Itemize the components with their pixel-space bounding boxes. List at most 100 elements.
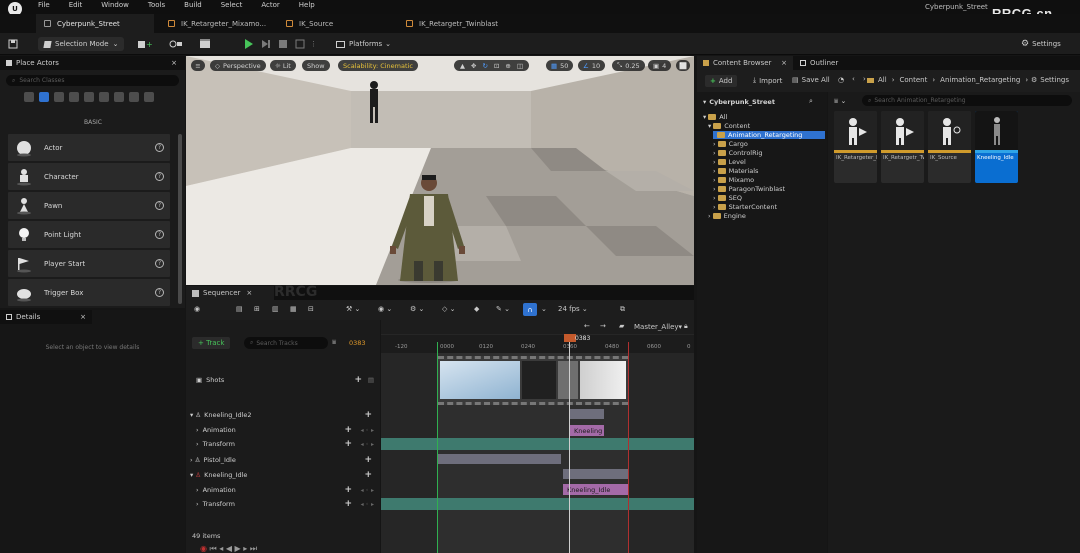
details-tab[interactable]: Details ×	[0, 310, 92, 324]
maximize-viewport-icon[interactable]: ⬜	[676, 60, 690, 71]
play-reverse-icon[interactable]: ◀	[226, 544, 232, 553]
transform-track-bar[interactable]	[381, 498, 694, 510]
blueprint-icon[interactable]	[168, 37, 188, 51]
playhead-line[interactable]	[569, 334, 570, 553]
auto-key-icon[interactable]: ◆	[474, 305, 479, 313]
show-button[interactable]: Show	[302, 60, 330, 71]
animation-clip-kneeling-idle[interactable]: Kneeling_Idle	[563, 484, 628, 495]
close-icon[interactable]: ×	[246, 289, 252, 297]
asset-kneeling-idle[interactable]: Kneeling_Idle	[975, 111, 1018, 183]
history-icon[interactable]: ◔	[838, 76, 844, 84]
tree-item-controlrig[interactable]: › ControlRig	[713, 149, 763, 157]
platforms-dropdown[interactable]: Platforms ⌄	[336, 37, 391, 51]
scale-snap-button[interactable]: ⤡ 0.25	[612, 60, 645, 71]
world-space-icon[interactable]: ⊕	[505, 62, 510, 70]
help-icon[interactable]: ?	[155, 172, 164, 181]
options-icon[interactable]: ▤	[368, 376, 374, 384]
view-options-icon[interactable]: ◉ ⌄	[378, 305, 392, 313]
track-transform[interactable]: › Transform + ◂ ◦ ▸	[186, 438, 380, 450]
step-back-icon[interactable]: ◂	[219, 544, 223, 553]
close-icon[interactable]: ×	[171, 59, 177, 67]
add-icon[interactable]: +	[364, 455, 372, 465]
tree-root[interactable]: ▾ Cyberpunk_Street	[703, 98, 775, 106]
cinematic-icon[interactable]	[84, 92, 94, 102]
camera-speed-button[interactable]: ▣ 4	[648, 60, 672, 71]
chevron-right-icon[interactable]: ›	[190, 456, 193, 464]
track-kneeling-idle[interactable]: ▾ ♙ Kneeling_Idle +	[186, 468, 380, 481]
cinematics-icon[interactable]	[199, 37, 219, 51]
forward-arrow-icon[interactable]: →	[600, 322, 606, 330]
jump-to-start-icon[interactable]: ⏮	[210, 544, 217, 553]
tree-item-mixamo[interactable]: › Mixamo	[713, 176, 754, 184]
select-tool-icon[interactable]: ▲	[460, 62, 465, 70]
cb-settings-button[interactable]: ⚙ Settings	[1031, 76, 1069, 84]
end-marker[interactable]	[628, 342, 629, 553]
visual-effects-icon[interactable]	[99, 92, 109, 102]
key-interpolation-icon[interactable]: ◇ ⌄	[442, 305, 455, 313]
track-transform[interactable]: › Transform + ◂ ◦ ▸	[186, 498, 380, 510]
timeline-ruler[interactable]: -120 0000 0120 0240 0360 0480 0600 0	[381, 335, 694, 353]
actors-scrollbar[interactable]	[178, 134, 182, 304]
add-icon[interactable]: +	[344, 499, 352, 509]
sequencer-timeline[interactable]: ← → ▰ Master_Alley▾ 🔒︎ -120 0000 0120 02…	[381, 320, 694, 553]
folder-icon[interactable]: ▰	[619, 322, 624, 330]
asset-ik-retargeter-mixamo[interactable]: IK_Retargeter_Mixamo_To_Twinblast	[834, 111, 877, 183]
close-icon[interactable]: ×	[80, 313, 86, 321]
settings-button[interactable]: ⚙ Settings	[1021, 37, 1061, 51]
breadcrumb-item[interactable]: Content	[900, 76, 928, 84]
grid-snap-button[interactable]: ▦ 50	[546, 60, 574, 71]
rotate-tool-icon[interactable]: ↻	[482, 62, 487, 70]
add-icon[interactable]: +	[354, 375, 362, 385]
play-button[interactable]	[244, 37, 254, 51]
tree-item-materials[interactable]: › Materials	[713, 167, 758, 175]
help-icon[interactable]: ?	[155, 201, 164, 210]
help-icon[interactable]: ?	[155, 143, 164, 152]
back-arrow-icon[interactable]: ←	[584, 322, 590, 330]
sequencer-tab[interactable]: Sequencer ×	[186, 286, 274, 300]
tree-item-seq[interactable]: › SEQ	[713, 194, 742, 202]
tab-cyberpunk-street[interactable]: Cyberpunk_Street	[36, 14, 154, 33]
tab-ik-source[interactable]: IK_Source	[278, 14, 388, 33]
back-arrow-icon[interactable]: ‹	[852, 75, 855, 83]
menu-select[interactable]: Select	[221, 1, 243, 9]
place-actors-tab[interactable]: Place Actors ×	[0, 56, 185, 70]
animation-clip-kneeling[interactable]: Kneeling	[570, 425, 604, 436]
tree-item-level[interactable]: › Level	[713, 158, 746, 166]
edit-mode-icon[interactable]: ✎ ⌄	[496, 305, 510, 313]
chevron-right-icon[interactable]: ›	[196, 440, 199, 448]
actor-item-point-light[interactable]: Point Light ?	[8, 221, 170, 248]
track-search-input[interactable]: ⌕ Search Tracks	[244, 337, 328, 349]
keyframe-nav-icons[interactable]: ◂ ◦ ▸	[361, 441, 374, 448]
tree-item-content[interactable]: ▾ Content	[708, 122, 750, 130]
start-marker[interactable]	[437, 342, 438, 553]
all-classes-icon[interactable]	[144, 92, 154, 102]
asset-search-input[interactable]: ⌕ Search Animation_Retargeting	[862, 95, 1072, 106]
keyframe-nav-icons[interactable]: ◂ ◦ ▸	[361, 501, 374, 508]
keyframe-nav-icons[interactable]: ◂ ◦ ▸	[361, 427, 374, 434]
actor-item-trigger-box[interactable]: Trigger Box ?	[8, 279, 170, 306]
track-animation[interactable]: › Animation + ◂ ◦ ▸	[186, 424, 380, 436]
stop-button[interactable]	[278, 37, 288, 51]
help-icon[interactable]: ?	[155, 288, 164, 297]
chevron-right-icon[interactable]: ›	[196, 486, 199, 494]
actor-item-character[interactable]: Character ?	[8, 163, 170, 190]
lock-icon[interactable]: 🔒︎	[684, 322, 688, 331]
save-all-button[interactable]: ▤ Save All	[792, 76, 830, 84]
tree-item-all[interactable]: ▾ All	[703, 113, 727, 121]
actions-icon[interactable]: ⊟	[308, 305, 314, 313]
search-icon[interactable]: ⌕	[809, 97, 813, 106]
actor-item-pawn[interactable]: Pawn ?	[8, 192, 170, 219]
jump-to-end-icon[interactable]: ⏭	[250, 544, 257, 553]
tree-item-paragontwinblast[interactable]: › ParagonTwinblast	[713, 185, 785, 193]
menu-actor[interactable]: Actor	[261, 1, 279, 9]
chevron-down-icon[interactable]: ▾	[190, 471, 193, 479]
transform-track-bar[interactable]	[381, 438, 694, 450]
sequence-breadcrumb[interactable]: Master_Alley▾	[634, 323, 682, 331]
step-button[interactable]	[261, 37, 271, 51]
scale-tool-icon[interactable]: ⊡	[494, 62, 499, 70]
outliner-tab[interactable]: Outliner	[794, 56, 858, 70]
move-tool-icon[interactable]: ✥	[471, 62, 476, 70]
help-icon[interactable]: ?	[155, 259, 164, 268]
asset-ik-retargetr-twinblast[interactable]: IK_Retargetr_Twinblast	[881, 111, 924, 183]
lit-button[interactable]: ☼ Lit	[270, 60, 296, 71]
